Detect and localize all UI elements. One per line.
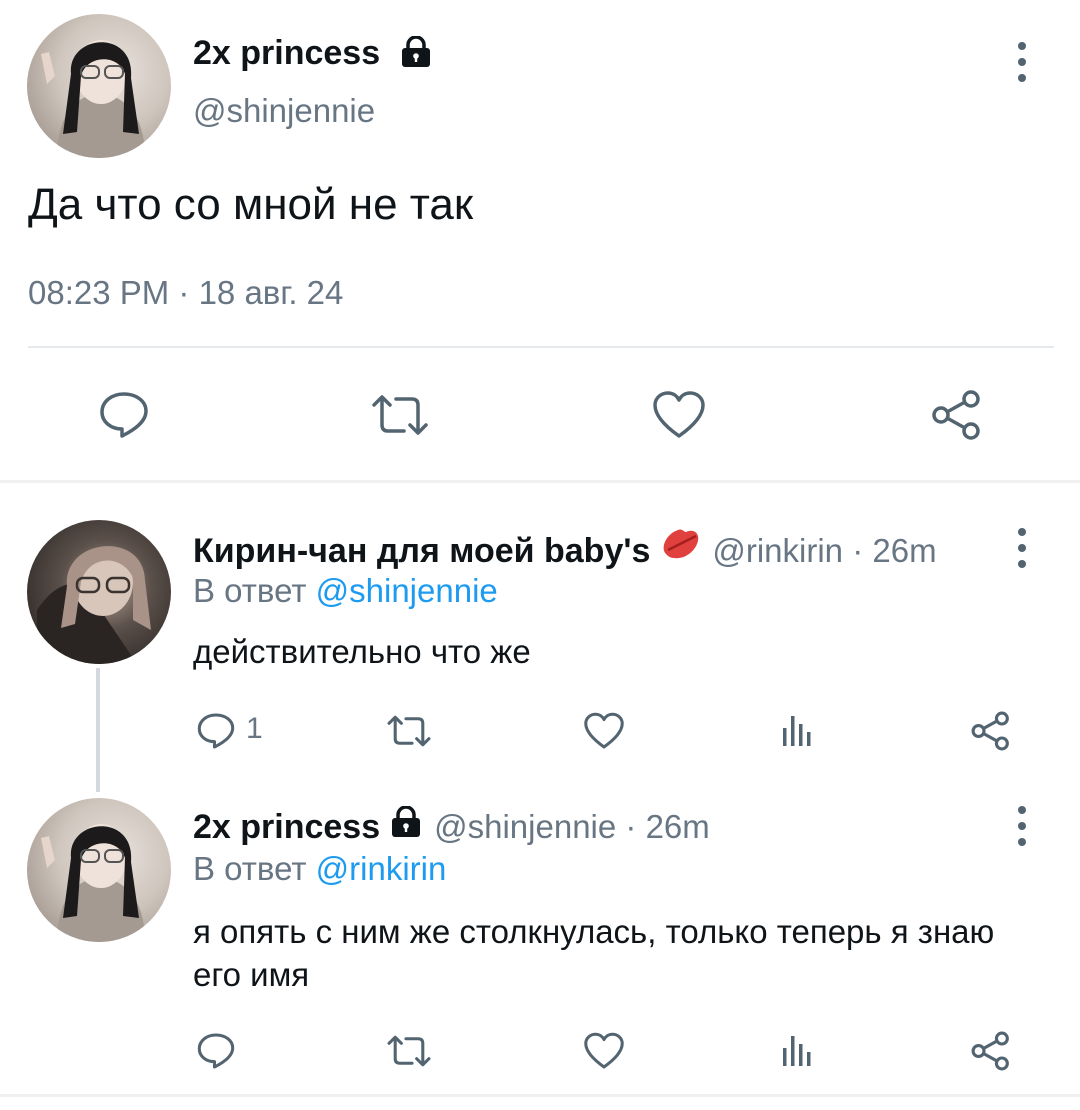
reply-to-line: В ответ @shinjennie xyxy=(193,572,498,610)
divider xyxy=(28,346,1054,348)
reply-to-label: В ответ xyxy=(193,850,307,887)
reply-to-label: В ответ xyxy=(193,572,307,609)
section-divider xyxy=(0,480,1080,483)
tweet-timestamp[interactable]: 08:23 PM · 18 авг. 24 xyxy=(28,274,343,312)
share-icon[interactable] xyxy=(970,1030,1012,1072)
author-display-name[interactable]: 2x princess xyxy=(193,34,380,72)
reply-display-name[interactable]: Кирин-чан для моей baby's xyxy=(193,532,650,571)
reply-text: я опять с ним же столкнулась, только теп… xyxy=(193,913,995,993)
lips-emoji-icon xyxy=(658,524,702,567)
avatar-photo xyxy=(41,40,145,158)
share-icon[interactable] xyxy=(930,388,984,442)
lock-icon xyxy=(398,35,434,77)
lock-icon xyxy=(388,805,424,843)
thread-line xyxy=(96,668,100,792)
tweet-text: Да что со мной не так xyxy=(28,180,474,229)
reply-to-mention[interactable]: @rinkirin xyxy=(316,850,447,887)
avatar-photo xyxy=(37,546,151,664)
share-icon[interactable] xyxy=(970,710,1012,752)
more-options-icon[interactable] xyxy=(1012,42,1032,82)
avatar-photo xyxy=(41,824,145,942)
author-handle[interactable]: @shinjennie xyxy=(193,92,375,130)
reply-icon[interactable] xyxy=(196,1032,236,1070)
reply-icon[interactable] xyxy=(196,712,236,750)
more-options-icon[interactable] xyxy=(1012,806,1032,846)
reply-text: действительно что же xyxy=(193,633,531,670)
retweet-icon[interactable] xyxy=(386,1034,432,1068)
more-options-icon[interactable] xyxy=(1012,528,1032,568)
reply-count: 1 xyxy=(246,712,263,745)
tweet-detail-screen: 2x princess @shinjennie Да что со мной н… xyxy=(0,0,1080,1110)
reply-avatar[interactable] xyxy=(27,520,171,664)
views-icon[interactable] xyxy=(780,712,814,748)
like-icon[interactable] xyxy=(583,1032,625,1070)
reply-meta[interactable]: @shinjennie · 26m xyxy=(434,808,710,846)
reply-display-name[interactable]: 2x princess xyxy=(193,808,380,847)
reply-to-line: В ответ @rinkirin xyxy=(193,850,446,888)
reply-avatar[interactable] xyxy=(27,798,171,942)
author-name-row[interactable]: 2x princess xyxy=(193,34,434,77)
section-divider xyxy=(0,1094,1080,1097)
like-icon[interactable] xyxy=(583,712,625,750)
reply-meta[interactable]: @rinkirin · 26m xyxy=(712,532,936,570)
reply-to-mention[interactable]: @shinjennie xyxy=(316,572,498,609)
author-avatar[interactable] xyxy=(27,14,171,158)
reply-header: 2x princess @shinjennie · 26m xyxy=(193,805,710,847)
retweet-icon[interactable] xyxy=(370,393,430,437)
reply-icon[interactable] xyxy=(98,390,150,440)
views-icon[interactable] xyxy=(780,1032,814,1068)
like-icon[interactable] xyxy=(652,390,706,440)
retweet-icon[interactable] xyxy=(386,714,432,748)
reply-header: Кирин-чан для моей baby's @rinkirin · 26… xyxy=(193,524,937,571)
